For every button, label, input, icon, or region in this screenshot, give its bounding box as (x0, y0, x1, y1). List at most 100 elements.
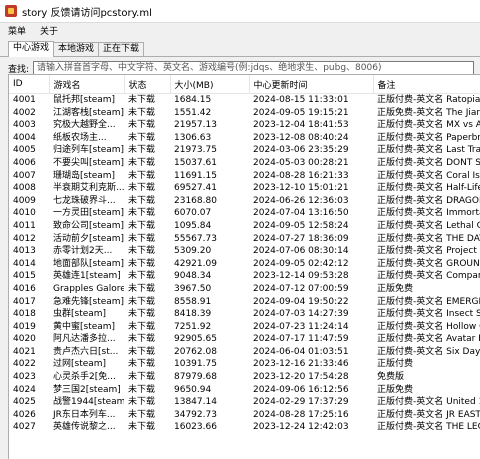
cell-name: 七龙珠破界斗... (53, 195, 116, 206)
tab-local-games[interactable]: 本地游戏 (53, 42, 100, 56)
cell-updated: 2023-12-14 09:53:28 (253, 271, 349, 282)
cell-id: 4012 (13, 233, 36, 244)
cell-name: JR东日本列车... (53, 409, 116, 420)
cell-updated: 2024-06-04 01:03:51 (253, 346, 349, 357)
cell-id: 4020 (13, 334, 36, 345)
cell-size: 9048.34 (174, 271, 212, 282)
tab-strip: 中心游戏 本地游戏 正在下载 (0, 40, 480, 57)
table-row[interactable]: 4003 究极大越野全... 未下载 21957.13 2023-12-04 18:41… (9, 119, 480, 132)
cell-name: 过网[steam] (53, 359, 107, 370)
cell-id: 4024 (13, 384, 36, 395)
table-row[interactable]: 4026 JR东日本列车... 未下载 34792.73 2024-08-28 17:2… (9, 409, 480, 422)
cell-size: 92905.65 (174, 334, 217, 345)
cell-id: 4019 (13, 321, 36, 332)
cell-updated: 2023-12-24 12:42:03 (253, 422, 349, 433)
table-row[interactable]: 4008 半衰期艾利克斯... 未下载 69527.41 2023-12-10 15:0… (9, 182, 480, 195)
table-row[interactable]: 4007 珊瑚岛[steam] 未下载 11691.15 2024-08-28 16:2… (9, 170, 480, 183)
cell-updated: 2024-08-28 17:25:16 (253, 409, 349, 420)
column-header-notes[interactable]: 备注 (373, 75, 480, 94)
cell-status: 未下载 (128, 208, 156, 219)
column-header-status[interactable]: 状态 (124, 75, 171, 94)
cell-name: 地面部队[steam] (53, 258, 124, 269)
table-row[interactable]: 4011 致命公司[steam] 未下载 1095.84 2024-09-05 12:5… (9, 220, 480, 233)
table-row[interactable]: 4014 地面部队[steam] 未下载 42921.09 2024-09-05 02:… (9, 258, 480, 271)
table-row[interactable]: 4022 过网[steam] 未下载 10391.75 2023-12-16 21:33… (9, 358, 480, 371)
cell-notes: 正版付费-英文名 Paperbride 5 (377, 132, 480, 143)
column-header-size[interactable]: 大小(MB) (170, 75, 250, 94)
menu-item-about[interactable]: 关于 (38, 24, 60, 37)
table-row[interactable]: 4005 归途列车[steam] 未下载 21973.75 2024-03-06 23:… (9, 144, 480, 157)
table-row[interactable]: 4025 战警1944[steam] 未下载 13847.14 2024-02-29 1… (9, 396, 480, 409)
cell-size: 7251.92 (174, 321, 212, 332)
cell-notes: 正版付费-英文名 THE DAY BEFO (377, 233, 480, 244)
cell-updated: 2023-12-10 15:01:21 (253, 183, 349, 194)
column-header-id[interactable]: ID (9, 75, 50, 94)
cell-status: 未下载 (128, 296, 156, 307)
table-row[interactable]: 4010 一方灵田[steam] 未下载 6070.07 2024-07-04 13:1… (9, 207, 480, 220)
cell-id: 4017 (13, 296, 36, 307)
table-row[interactable]: 4009 七龙珠破界斗... 未下载 23168.80 2024-06-26 12:36… (9, 195, 480, 208)
cell-name: 鼠托邦[steam] (53, 95, 116, 105)
cell-updated: 2024-07-27 18:36:09 (253, 233, 349, 244)
table-row[interactable]: 4021 贵卢杰六日[st... 未下载 20762.08 2024-06-04 01:… (9, 346, 480, 359)
cell-id: 4001 (13, 95, 36, 105)
table-row[interactable]: 4020 阿凡达潘多拉... 未下载 92905.65 2024-07-17 11:47… (9, 333, 480, 346)
column-header-name[interactable]: 游戏名 (49, 75, 125, 94)
cell-notes: 正版付费-英文名 Company of He (377, 271, 480, 282)
cell-status: 未下载 (128, 183, 156, 194)
cell-notes: 正版付费-英文名 DRAGON BALL (377, 195, 480, 206)
cell-size: 13847.14 (174, 397, 217, 408)
tab-center-games[interactable]: 中心游戏 (8, 41, 55, 57)
cell-name: 江湖客栈[steam] (53, 107, 124, 118)
table-row[interactable]: 4018 虫群[steam] 未下载 8418.39 2024-07-03 14:27:… (9, 308, 480, 321)
cell-name: 虫群[steam] (53, 309, 107, 320)
cell-size: 1095.84 (174, 220, 212, 231)
table-row[interactable]: 4004 纸板农场主... 未下载 1306.63 2023-12-08 08:40:2… (9, 132, 480, 145)
cell-size: 1306.63 (174, 132, 212, 143)
cell-updated: 2024-08-28 16:21:33 (253, 170, 349, 181)
table-row[interactable]: 4017 急难先锋[steam] 未下载 8558.91 2024-09-04 19:5… (9, 296, 480, 309)
cell-status: 未下载 (128, 409, 156, 420)
cell-id: 4027 (13, 422, 36, 433)
cell-updated: 2024-07-04 13:16:50 (253, 208, 349, 219)
table-row[interactable]: 4027 英雄传说黎之... 未下载 16023.66 2023-12-24 12:42… (9, 421, 480, 434)
cell-notes: 正版付费-英文名 Project Zero 2 (377, 246, 480, 257)
cell-notes: 正版免费 (377, 384, 414, 395)
cell-id: 4013 (13, 246, 36, 257)
cell-id: 4004 (13, 132, 36, 143)
table-row[interactable]: 4015 英雄连1[steam] 未下载 9048.34 2023-12-14 09:5… (9, 270, 480, 283)
cell-size: 69527.41 (174, 183, 217, 194)
table-row[interactable]: 4016 Grapples Galore... 未下载 3967.50 2024-07-… (9, 283, 480, 296)
cell-id: 4005 (13, 145, 36, 156)
table-row[interactable]: 4023 心灵杀手2[免... 未下载 87979.68 2023-12-20 17:5… (9, 371, 480, 384)
table-row[interactable]: 4002 江湖客栈[steam] 未下载 1551.42 2024-09-05 19:1… (9, 107, 480, 120)
table-row[interactable]: 4006 不要尖叫[steam] 未下载 15037.61 2024-05-03 00:… (9, 157, 480, 170)
cell-size: 1551.42 (174, 107, 212, 118)
cell-updated: 2024-07-12 07:00:59 (253, 283, 349, 294)
cell-id: 4026 (13, 409, 36, 420)
cell-notes: 正版免费 (377, 283, 414, 294)
table-row[interactable]: 4012 活动前夕[steam] 未下载 55567.73 2024-07-27 18:… (9, 233, 480, 246)
table-row[interactable]: 4001 鼠托邦[steam] 未下载 1684.15 2024-08-15 11:33… (9, 94, 480, 107)
cell-status: 未下载 (128, 258, 156, 269)
tab-downloading[interactable]: 正在下载 (98, 42, 145, 56)
app-icon (5, 5, 17, 17)
cell-updated: 2024-07-03 14:27:39 (253, 309, 349, 320)
cell-name: 究极大越野全... (53, 120, 116, 131)
cell-updated: 2024-07-23 11:24:14 (253, 321, 349, 332)
cell-notes: 正版付费-英文名 Last Train Hom (377, 145, 480, 156)
cell-updated: 2024-09-04 19:50:22 (253, 296, 349, 307)
cell-notes: 免费版 (377, 372, 405, 383)
column-header-updated[interactable]: 中心更新时间 (249, 75, 374, 94)
title-bar: story 反馈请访问pcstory.ml (0, 0, 480, 23)
cell-status: 未下载 (128, 283, 156, 294)
table-row[interactable]: 4024 梦三国2[steam] 未下载 9650.94 2024-09-06 16:1… (9, 384, 480, 397)
cell-name: 梦三国2[steam] (53, 384, 121, 395)
menu-item-menu[interactable]: 菜单 (6, 24, 28, 37)
table-row[interactable]: 4019 黄中蜜[steam] 未下载 7251.92 2024-07-23 11:24… (9, 321, 480, 334)
cell-id: 4006 (13, 157, 36, 168)
cell-size: 21957.13 (174, 120, 217, 131)
cell-id: 4011 (13, 220, 36, 231)
table-row[interactable]: 4013 赤零计划2天... 未下载 5309.20 2024-07-06 08:30:… (9, 245, 480, 258)
cell-size: 23168.80 (174, 195, 217, 206)
